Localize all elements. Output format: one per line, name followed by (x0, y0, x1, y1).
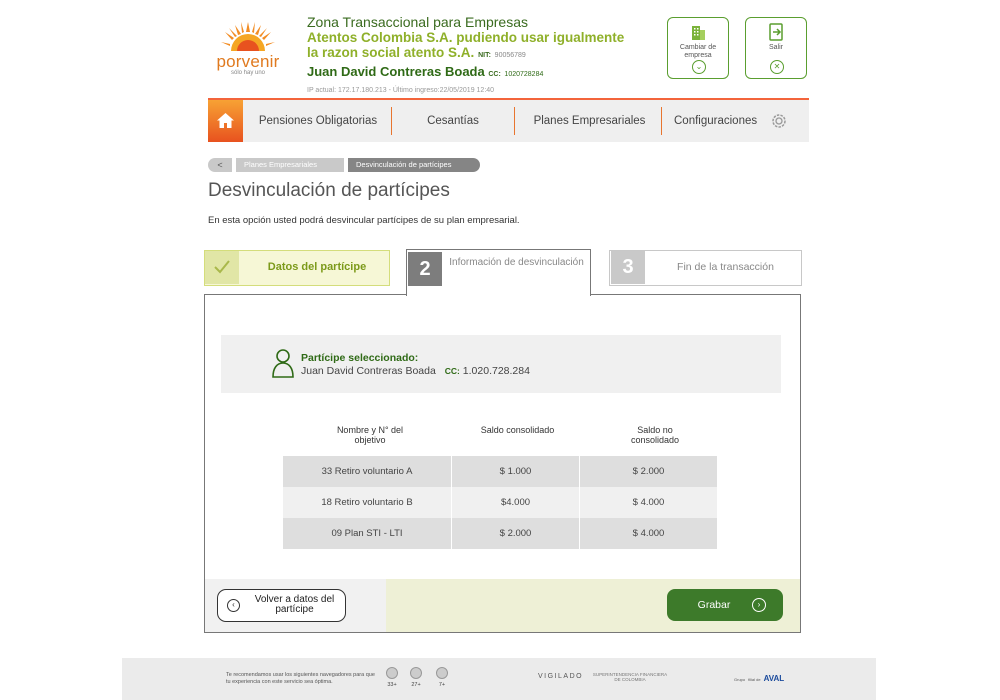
participant-cc-label: CC: (444, 366, 460, 376)
page-footer: Te recomendamos usar los siguientes nave… (122, 658, 876, 700)
brand-name: porvenir (216, 52, 280, 71)
table-header-consolidated: Saldo consolidado (480, 425, 555, 435)
table-cell-consolidated: $4.000 (452, 487, 580, 518)
change-company-button[interactable]: Cambiar de empresa ⌄ (667, 17, 729, 79)
safari-version: 7+ (438, 682, 446, 688)
breadcrumb-item-current: Desvinculación de partícipes (348, 158, 480, 172)
chrome-version: 33+ (387, 682, 397, 688)
back-to-participant-button[interactable]: ‹ Volver a datos del partícipe (217, 589, 346, 622)
home-icon (217, 113, 234, 128)
step-2: 2 Información de desvinculación (406, 249, 591, 296)
porvenir-logo[interactable]: porvenir sólo hay uno (213, 18, 283, 78)
table-cell-objective: 18 Retiro voluntario B (283, 487, 452, 518)
superintendencia-label: SUPERINTENDENCIA FINANCIERA DE COLOMBIA (592, 672, 668, 682)
browser-safari[interactable]: 7+ (434, 667, 450, 688)
participant-name: Juan David Contreras Boada (301, 365, 436, 377)
step-1-label: Datos del partícipe (267, 261, 367, 273)
grupo-aval-logo: Grupo filial de AVAL (734, 674, 784, 683)
chevron-left-icon: ‹ (227, 599, 240, 612)
table-row[interactable]: 18 Retiro voluntario B $4.000 $ 4.000 (283, 487, 717, 518)
change-company-label: Cambiar de empresa (679, 44, 717, 59)
panel-footer-left: ‹ Volver a datos del partícipe (205, 579, 386, 632)
breadcrumb-back-button[interactable]: < (208, 158, 232, 172)
checkmark-icon (214, 260, 230, 274)
step-3-number: 3 (611, 251, 645, 284)
participant-cc-value: 1.020.728.284 (462, 365, 530, 377)
save-button-label: Grabar (697, 599, 731, 611)
chevron-down-icon: ⌄ (692, 60, 706, 74)
nav-pensiones[interactable]: Pensiones Obligatorias (248, 100, 388, 142)
nav-divider (661, 107, 662, 135)
nav-divider (514, 107, 515, 135)
sun-logo-icon (221, 22, 275, 51)
safari-icon (436, 667, 448, 679)
panel-footer-right: Grabar › (386, 579, 800, 632)
chevron-right-icon: › (752, 598, 766, 612)
main-nav: Pensiones Obligatorias Cesantías Planes … (208, 98, 809, 142)
table-header-objective: Nombre y N° del objetivo (336, 425, 404, 445)
browser-recommendation: Te recomendamos usar los siguientes nave… (226, 672, 375, 685)
header-info: Zona Transaccional para Empresas Atentos… (307, 14, 657, 94)
building-icon (692, 26, 705, 40)
step-2-number: 2 (408, 252, 442, 286)
step-2-label: Información de desvinculación (449, 257, 584, 268)
table-row[interactable]: 33 Retiro voluntario A $ 1.000 $ 2.000 (283, 456, 717, 487)
page-description: En esta opción usted podrá desvincular p… (208, 215, 520, 226)
table-cell-objective: 09 Plan STI - LTI (283, 518, 452, 549)
table-row[interactable]: 09 Plan STI - LTI $ 2.000 $ 4.000 (283, 518, 717, 549)
user-cc-label: CC: (488, 71, 501, 78)
nav-cesantias[interactable]: Cesantías (394, 100, 512, 142)
exit-label: Salir (768, 44, 783, 51)
browser-chrome[interactable]: 33+ (384, 667, 400, 688)
back-button-label: Volver a datos del partícipe (254, 594, 335, 615)
firefox-icon (410, 667, 422, 679)
gear-icon[interactable] (770, 112, 788, 130)
user-line: Juan David Contreras Boada CC: 102072828… (307, 63, 657, 83)
step-content-panel: Partícipe seleccionado: Juan David Contr… (204, 294, 801, 633)
exit-door-icon (769, 23, 783, 41)
nit-label: NIT: (478, 52, 491, 59)
grupo-aval-group: Grupo (734, 677, 746, 682)
user-name: Juan David Contreras Boada (307, 64, 485, 79)
step-3: 3 Fin de la transacción (609, 250, 802, 286)
table-header-not-consolidated: Saldo no consolidado (630, 425, 680, 445)
table-cell-not-consolidated: $ 4.000 (580, 487, 717, 518)
home-button[interactable] (208, 100, 243, 142)
exit-button[interactable]: Salir ✕ (745, 17, 807, 79)
company-name-line1: Atentos Colombia S.A. pudiendo usar igua… (307, 30, 625, 45)
close-icon: ✕ (770, 60, 784, 74)
company-name-line2-text: la razon social atento S.A. (307, 45, 475, 60)
company-name-line2: la razon social atento S.A. NIT: 9005678… (307, 45, 657, 63)
selected-participant-box: Partícipe seleccionado: Juan David Contr… (221, 335, 781, 393)
ip-info: IP actual: 172.17.180.213 - Último ingre… (307, 87, 495, 94)
brand-slogan: sólo hay uno (230, 70, 266, 76)
step-3-label: Fin de la transacción (677, 261, 774, 273)
vigilado-label: VIGILADO (538, 673, 584, 680)
save-button[interactable]: Grabar › (667, 589, 783, 621)
participant-info: Juan David Contreras Boada CC: 1.020.728… (301, 365, 530, 377)
browser-firefox[interactable]: 27+ (408, 667, 424, 688)
firefox-version: 27+ (411, 682, 421, 688)
breadcrumb-item-planes[interactable]: Planes Empresariales (236, 158, 344, 172)
table-cell-consolidated: $ 1.000 (452, 456, 580, 487)
nit-value: 90056789 (494, 52, 526, 59)
nav-planes-empresariales[interactable]: Planes Empresariales (517, 100, 662, 142)
table-cell-objective: 33 Retiro voluntario A (283, 456, 452, 487)
table-cell-consolidated: $ 2.000 (452, 518, 580, 549)
table-cell-not-consolidated: $ 2.000 (580, 456, 717, 487)
aval-filial-label: filial de (748, 677, 761, 682)
participant-title: Partícipe seleccionado: (301, 352, 419, 364)
user-icon (272, 349, 294, 378)
nav-configuraciones[interactable]: Configuraciones (674, 100, 784, 142)
table-cell-not-consolidated: $ 4.000 (580, 518, 717, 549)
nav-divider (391, 107, 392, 135)
aval-name: AVAL (763, 674, 785, 683)
zone-title: Zona Transaccional para Empresas (307, 14, 528, 30)
page-title: Desvinculación de partícipes (208, 180, 450, 201)
nav-configuraciones-label: Configuraciones (674, 115, 758, 127)
step-1[interactable]: Datos del partícipe (204, 250, 390, 286)
user-cc-value: 1020728284 (504, 71, 544, 78)
chrome-icon (386, 667, 398, 679)
step-1-complete (205, 251, 239, 284)
